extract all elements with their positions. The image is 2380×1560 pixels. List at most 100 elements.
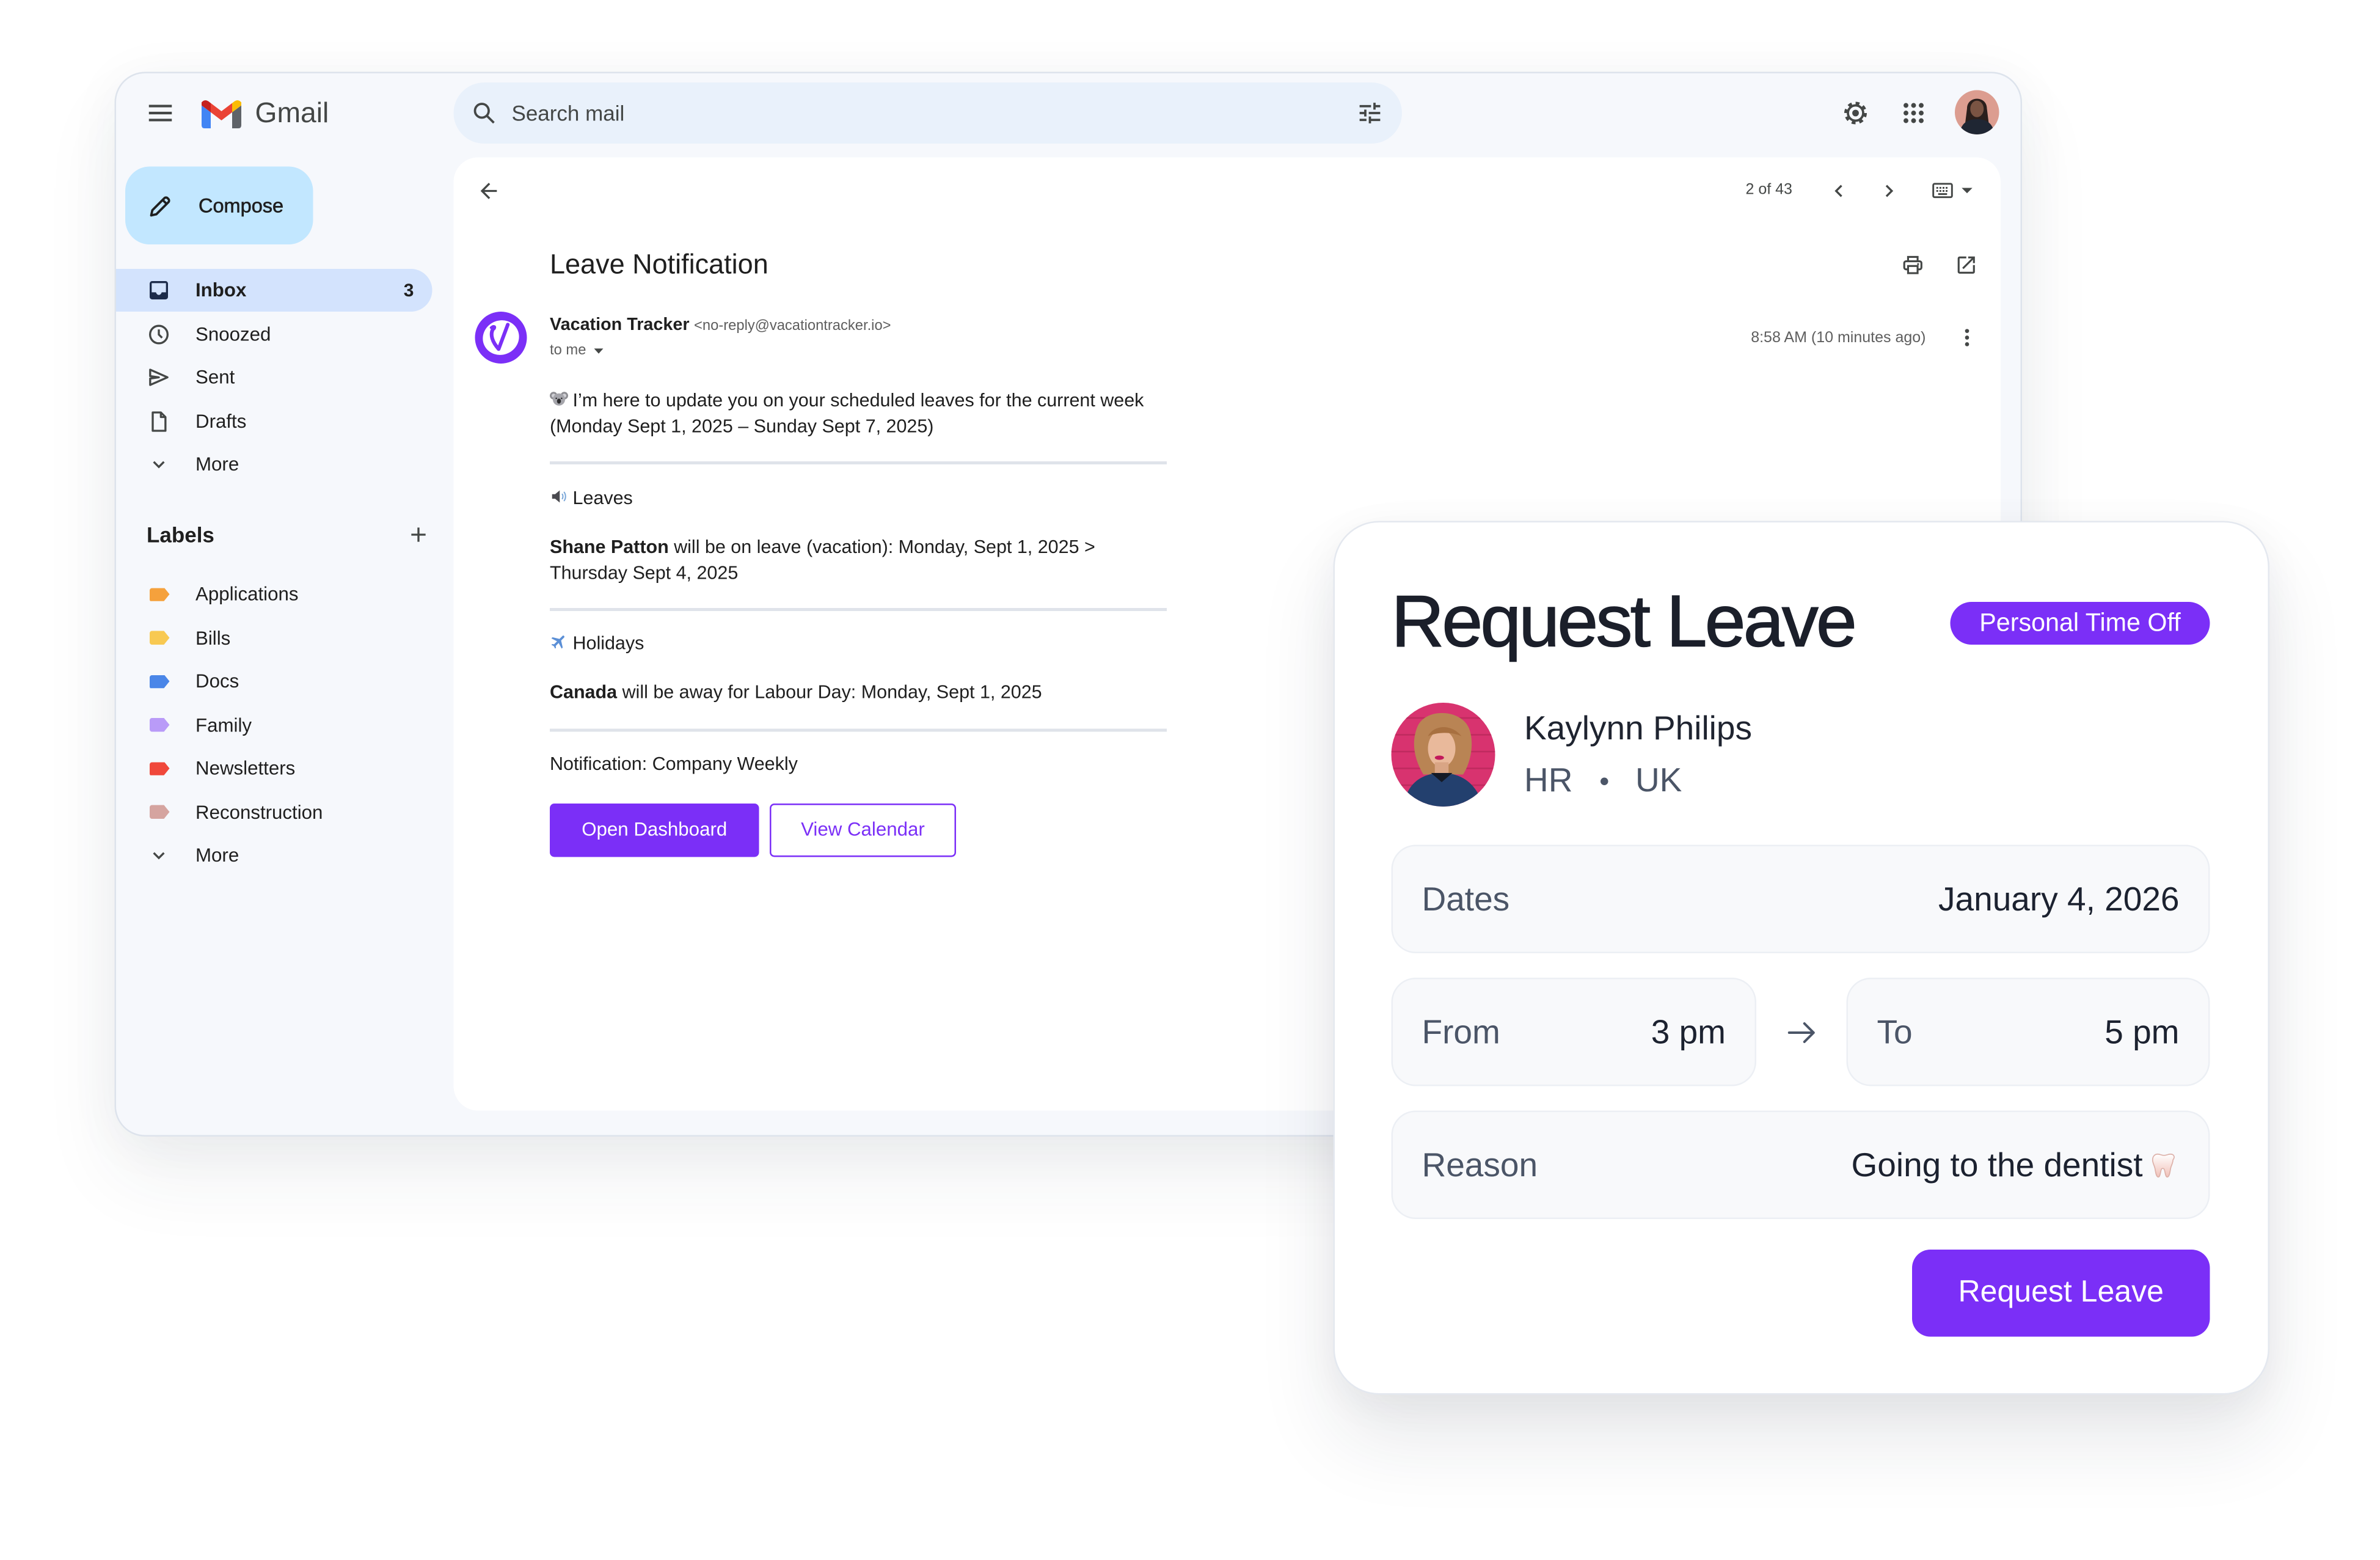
label-tag-icon (150, 718, 170, 732)
leave-details: will be on leave (vacation): Monday, Sep… (668, 535, 1095, 557)
label-name: Reconstruction (195, 801, 323, 823)
label-name: Newsletters (195, 758, 296, 779)
label-item-applications[interactable]: Applications (116, 573, 433, 616)
inbox-icon (147, 278, 171, 302)
more-options-kebab-icon[interactable] (1955, 326, 1979, 350)
chevron-left-icon[interactable] (1827, 179, 1851, 203)
employee-name: Kaylynn Philips (1524, 709, 1752, 747)
request-leave-submit-button[interactable]: Request Leave (1912, 1250, 2210, 1337)
print-icon[interactable] (1902, 254, 1925, 277)
compose-button[interactable]: Compose (125, 166, 313, 244)
leave-type-badge[interactable]: Personal Time Off (1950, 602, 2210, 645)
separator-dot (1600, 777, 1608, 785)
label-name: Applications (195, 584, 299, 605)
gmail-logo-icon[interactable] (202, 98, 241, 128)
hamburger-menu-icon[interactable] (145, 98, 176, 128)
dates-value: January 4, 2026 (1938, 880, 2180, 918)
section-heading-leaves: Leaves (550, 485, 633, 511)
reason-value-wrap: Going to the dentist (1852, 1112, 2180, 1218)
dates-label: Dates (1422, 880, 1510, 918)
open-in-new-window-icon[interactable] (1955, 254, 1978, 277)
labels-heading: Labels (147, 522, 214, 547)
sidebar-item-sent[interactable]: Sent (116, 356, 433, 399)
label-item-family[interactable]: Family (116, 703, 433, 746)
koala-emoji-icon (550, 390, 568, 408)
open-dashboard-button[interactable]: Open Dashboard (550, 804, 759, 857)
search-options-icon[interactable] (1356, 100, 1384, 127)
draft-icon (147, 409, 171, 433)
label-name: Family (195, 714, 252, 736)
search-input[interactable]: Search mail (512, 82, 625, 144)
sidebar-item-label: Drafts (195, 410, 247, 432)
from-value: 3 pm (1651, 1013, 1726, 1052)
employee-name: Shane Patton (550, 535, 669, 557)
recipient-text: to me (550, 342, 586, 359)
intro-text: I’m here to update you on your scheduled… (572, 389, 1144, 411)
to-time-field[interactable]: To 5 pm (1846, 978, 2210, 1086)
leave-entry: Shane Patton will be on leave (vacation)… (550, 534, 1095, 560)
section-title: Leaves (572, 486, 633, 508)
sidebar-item-more[interactable]: More (116, 443, 433, 486)
view-calendar-button[interactable]: View Calendar (770, 804, 956, 857)
to-label: To (1877, 1013, 1913, 1052)
card-title: Request Leave (1391, 582, 1858, 664)
label-name: Docs (195, 670, 239, 692)
chevron-right-icon[interactable] (1877, 179, 1902, 203)
sender-avatar-vacation-tracker-logo[interactable] (475, 312, 527, 364)
label-tag-icon (150, 587, 170, 601)
pagination-text: 2 of 43 (1745, 181, 1792, 199)
unread-count-badge: 3 (403, 279, 414, 301)
request-leave-card: Request Leave Personal Time Off Kaylynn … (1333, 521, 2269, 1395)
from-time-field[interactable]: From 3 pm (1391, 978, 1756, 1086)
compose-label: Compose (199, 194, 284, 217)
clock-icon (147, 321, 171, 346)
label-item-bills[interactable]: Bills (116, 617, 433, 659)
dropdown-arrow-icon[interactable] (1960, 185, 1975, 197)
search-bar[interactable]: Search mail (453, 82, 1402, 144)
account-avatar[interactable] (1955, 90, 1999, 134)
label-tag-icon (150, 805, 170, 819)
airplane-emoji-icon (550, 632, 568, 651)
label-tag-icon (150, 761, 170, 775)
sender-email: <no-reply@vacationtracker.io> (694, 318, 891, 335)
from-label: From (1422, 1013, 1500, 1052)
arrow-right-icon (1784, 1014, 1820, 1051)
section-divider (550, 728, 1167, 731)
email-timestamp: 8:58 AM (10 minutes ago) (1751, 330, 1926, 347)
add-label-plus-icon[interactable] (406, 522, 431, 547)
recipient-dropdown-icon (593, 348, 603, 354)
send-icon (147, 365, 171, 390)
reason-value: Going to the dentist (1851, 1146, 2143, 1184)
label-item-newsletters[interactable]: Newsletters (116, 747, 433, 790)
settings-gear-icon[interactable] (1841, 98, 1871, 128)
label-item-reconstruction[interactable]: Reconstruction (116, 791, 433, 833)
sidebar-item-drafts[interactable]: Drafts (116, 400, 433, 442)
chevron-down-icon (147, 843, 171, 868)
labels-more[interactable]: More (116, 834, 433, 877)
dates-field[interactable]: Dates January 4, 2026 (1391, 844, 2210, 953)
pencil-icon (147, 192, 174, 219)
section-divider (550, 608, 1167, 610)
employee-avatar (1391, 703, 1495, 807)
email-intro-line: I’m here to update you on your scheduled… (550, 387, 1144, 414)
reason-label: Reason (1422, 1146, 1538, 1184)
sidebar-item-inbox[interactable]: Inbox 3 (116, 269, 433, 312)
sidebar-item-snoozed[interactable]: Snoozed (116, 312, 433, 355)
recipient-toggle[interactable]: to me (550, 342, 604, 361)
label-item-docs[interactable]: Docs (116, 660, 433, 703)
speaker-emoji-icon (550, 488, 568, 506)
gmail-wordmark: Gmail (255, 96, 329, 128)
sender-name[interactable]: Vacation Tracker (550, 317, 690, 335)
holiday-details: will be away for Labour Day: Monday, Sep… (617, 680, 1042, 702)
search-icon[interactable] (470, 100, 498, 127)
chevron-down-icon (147, 452, 171, 477)
sidebar-item-label: Snoozed (195, 323, 271, 345)
employee-location: UK (1635, 761, 1682, 799)
reason-field[interactable]: Reason Going to the dentist (1391, 1110, 2210, 1219)
section-heading-holidays: Holidays (550, 630, 644, 656)
apps-grid-icon[interactable] (1899, 98, 1929, 128)
back-arrow-icon[interactable] (476, 179, 501, 203)
to-value: 5 pm (2104, 1013, 2180, 1052)
keyboard-icon[interactable] (1932, 182, 1954, 200)
tooth-emoji-icon (2149, 1149, 2180, 1180)
